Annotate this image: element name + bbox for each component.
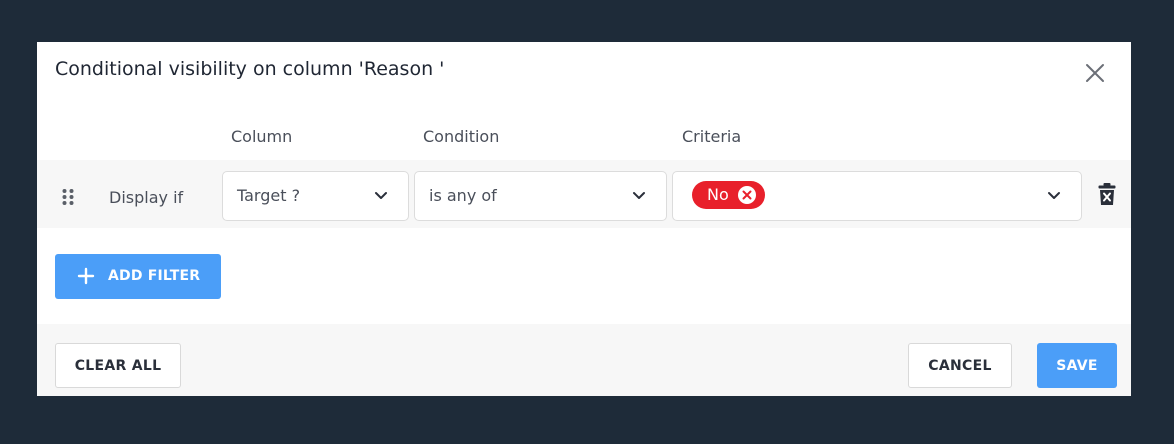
condition-header: Condition	[423, 127, 500, 146]
drag-handle-icon[interactable]	[61, 188, 75, 206]
display-if-label: Display if	[109, 188, 184, 207]
save-button[interactable]: SAVE	[1037, 343, 1117, 388]
dialog-title: Conditional visibility on column 'Reason…	[55, 58, 445, 80]
filter-row: Display if Target ? is any of No	[37, 160, 1131, 228]
conditional-visibility-dialog: Conditional visibility on column 'Reason…	[37, 42, 1131, 396]
chevron-down-icon	[632, 191, 646, 201]
column-select[interactable]: Target ?	[222, 171, 409, 221]
criteria-tag: No	[692, 181, 765, 209]
condition-select[interactable]: is any of	[414, 171, 667, 221]
add-filter-label: ADD FILTER	[108, 268, 201, 284]
chevron-down-icon	[374, 191, 388, 201]
remove-tag-icon[interactable]	[737, 185, 757, 205]
plus-icon	[77, 267, 95, 285]
cancel-button[interactable]: CANCEL	[908, 343, 1012, 388]
criteria-multiselect[interactable]: No	[672, 171, 1082, 221]
dialog-footer: CLEAR ALL CANCEL SAVE	[37, 324, 1131, 396]
add-filter-button[interactable]: ADD FILTER	[55, 254, 221, 299]
condition-select-value: is any of	[429, 186, 497, 205]
delete-trash-icon[interactable]	[1098, 182, 1116, 206]
criteria-tag-label: No	[707, 185, 729, 204]
chevron-down-icon	[1047, 191, 1061, 201]
close-icon[interactable]	[1083, 61, 1107, 85]
criteria-header: Criteria	[682, 127, 742, 146]
clear-all-button[interactable]: CLEAR ALL	[55, 343, 181, 388]
column-header: Column	[231, 127, 293, 146]
column-select-value: Target ?	[237, 186, 301, 205]
